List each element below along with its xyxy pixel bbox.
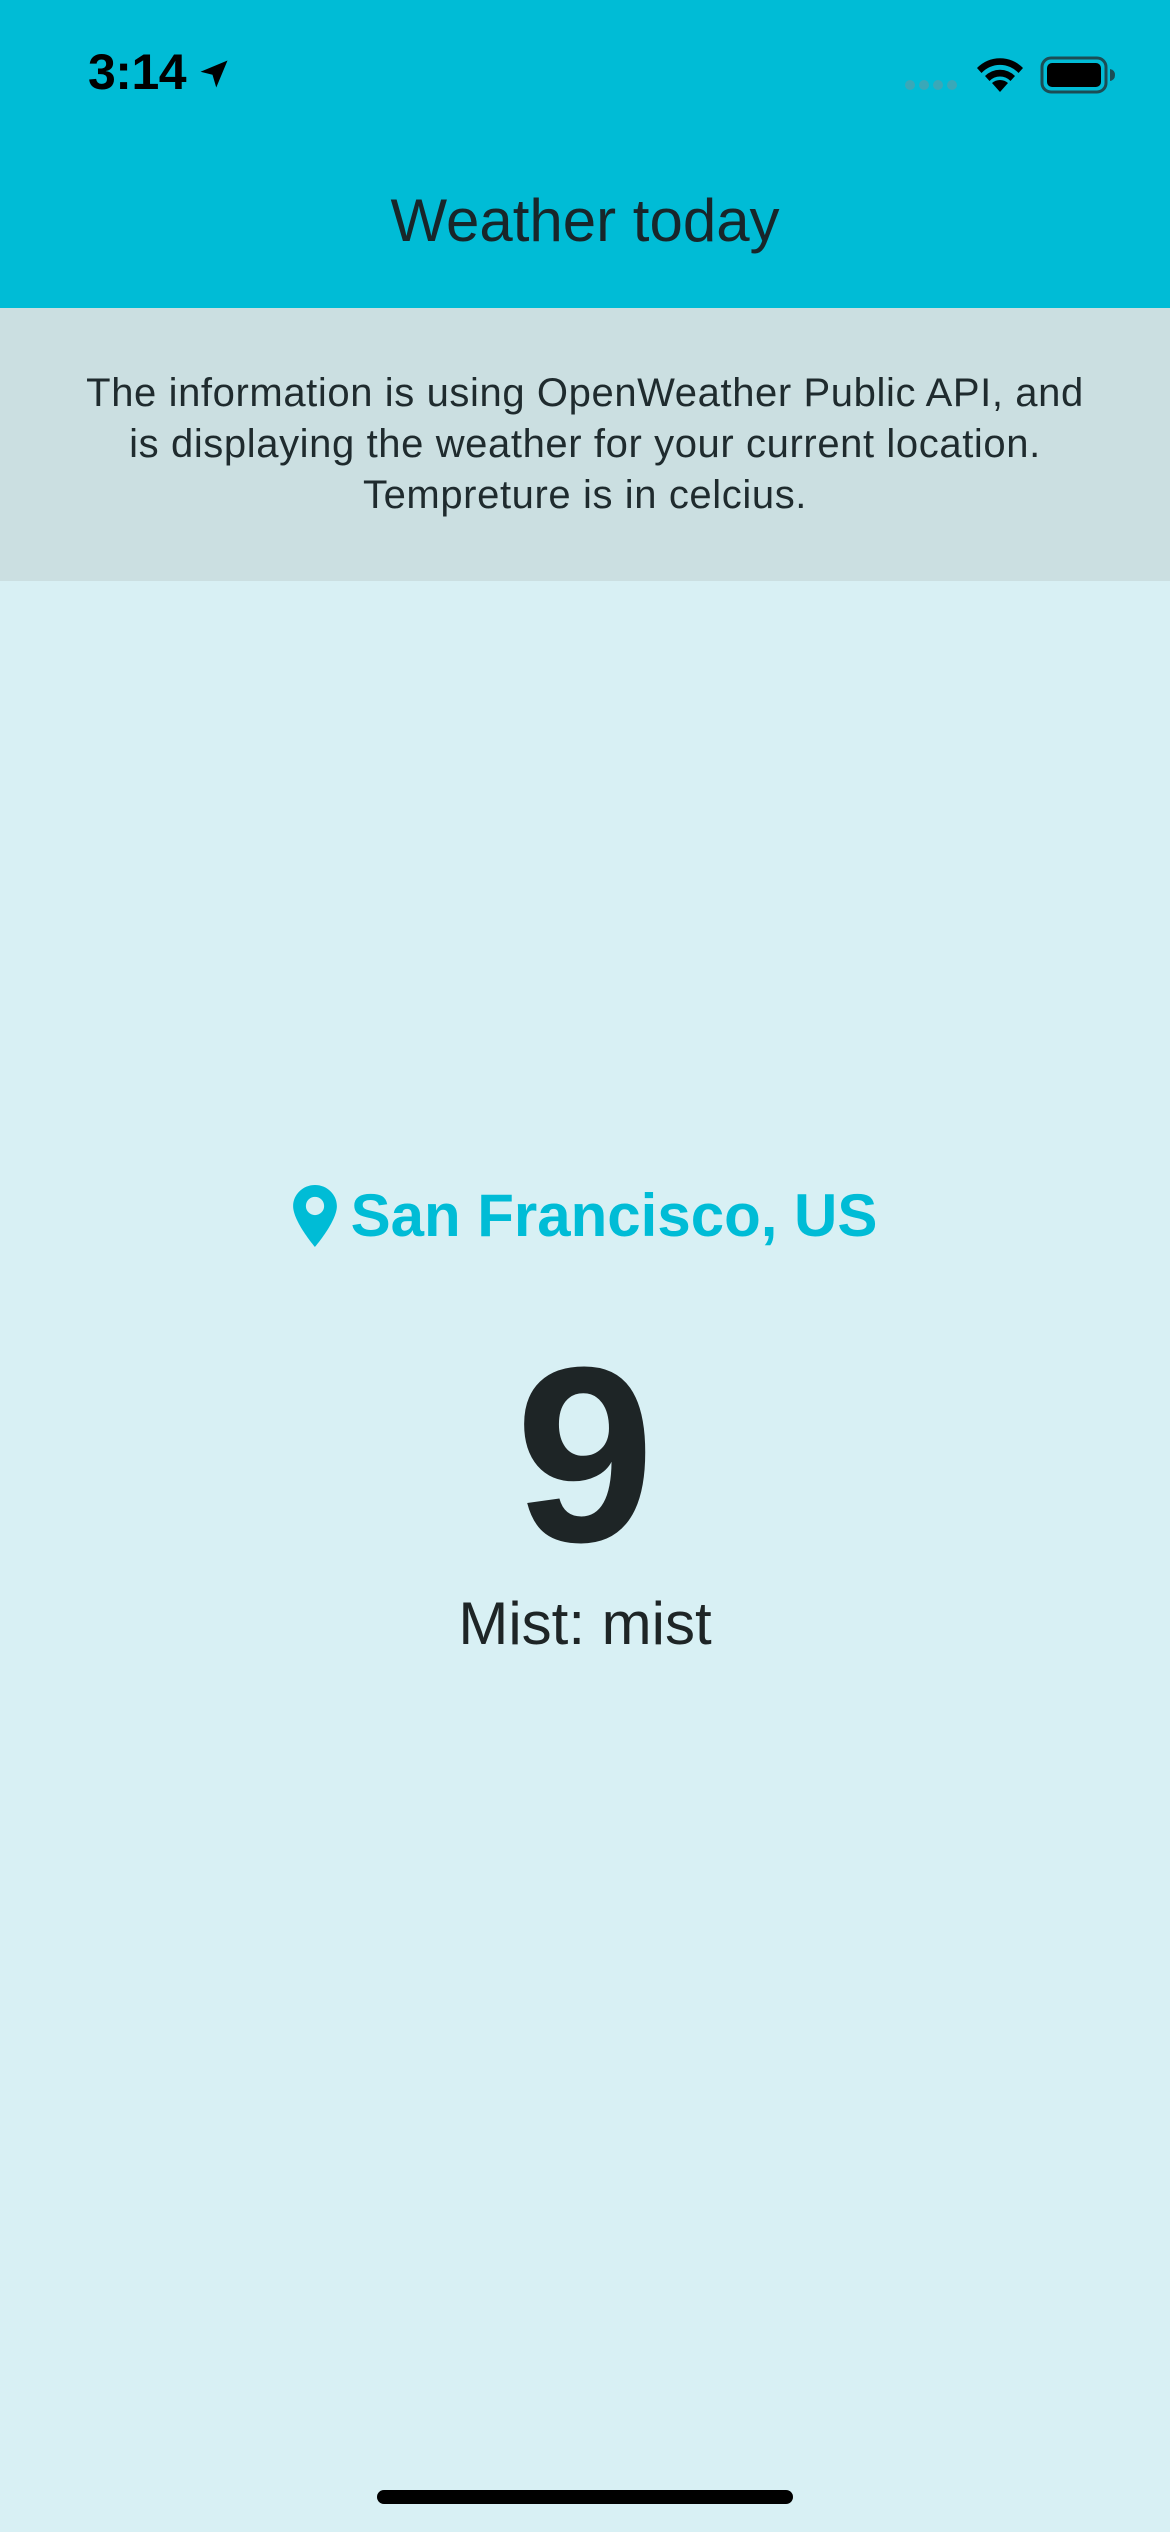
status-bar-time: 3:14 bbox=[88, 44, 187, 100]
cellular-signal-icon bbox=[905, 80, 957, 90]
app-header: 3:14 Weather today bbox=[0, 0, 1170, 308]
home-indicator[interactable] bbox=[377, 2490, 793, 2504]
map-pin-icon bbox=[292, 1185, 337, 1247]
info-banner-text: The information is using OpenWeather Pub… bbox=[86, 371, 1084, 517]
weather-condition: Mist: mist bbox=[458, 1590, 712, 1657]
info-banner: The information is using OpenWeather Pub… bbox=[0, 308, 1170, 581]
location-row: San Francisco, US bbox=[0, 1176, 1170, 1256]
wifi-icon bbox=[977, 58, 1023, 92]
location-arrow-icon bbox=[200, 60, 228, 88]
page-title: Weather today bbox=[390, 187, 780, 254]
weather-screen: 3:14 Weather today The information is us… bbox=[0, 0, 1170, 2532]
temperature-value: 9 bbox=[515, 1315, 655, 1594]
location-name: San Francisco, US bbox=[350, 1182, 878, 1249]
battery-icon bbox=[1040, 56, 1115, 94]
